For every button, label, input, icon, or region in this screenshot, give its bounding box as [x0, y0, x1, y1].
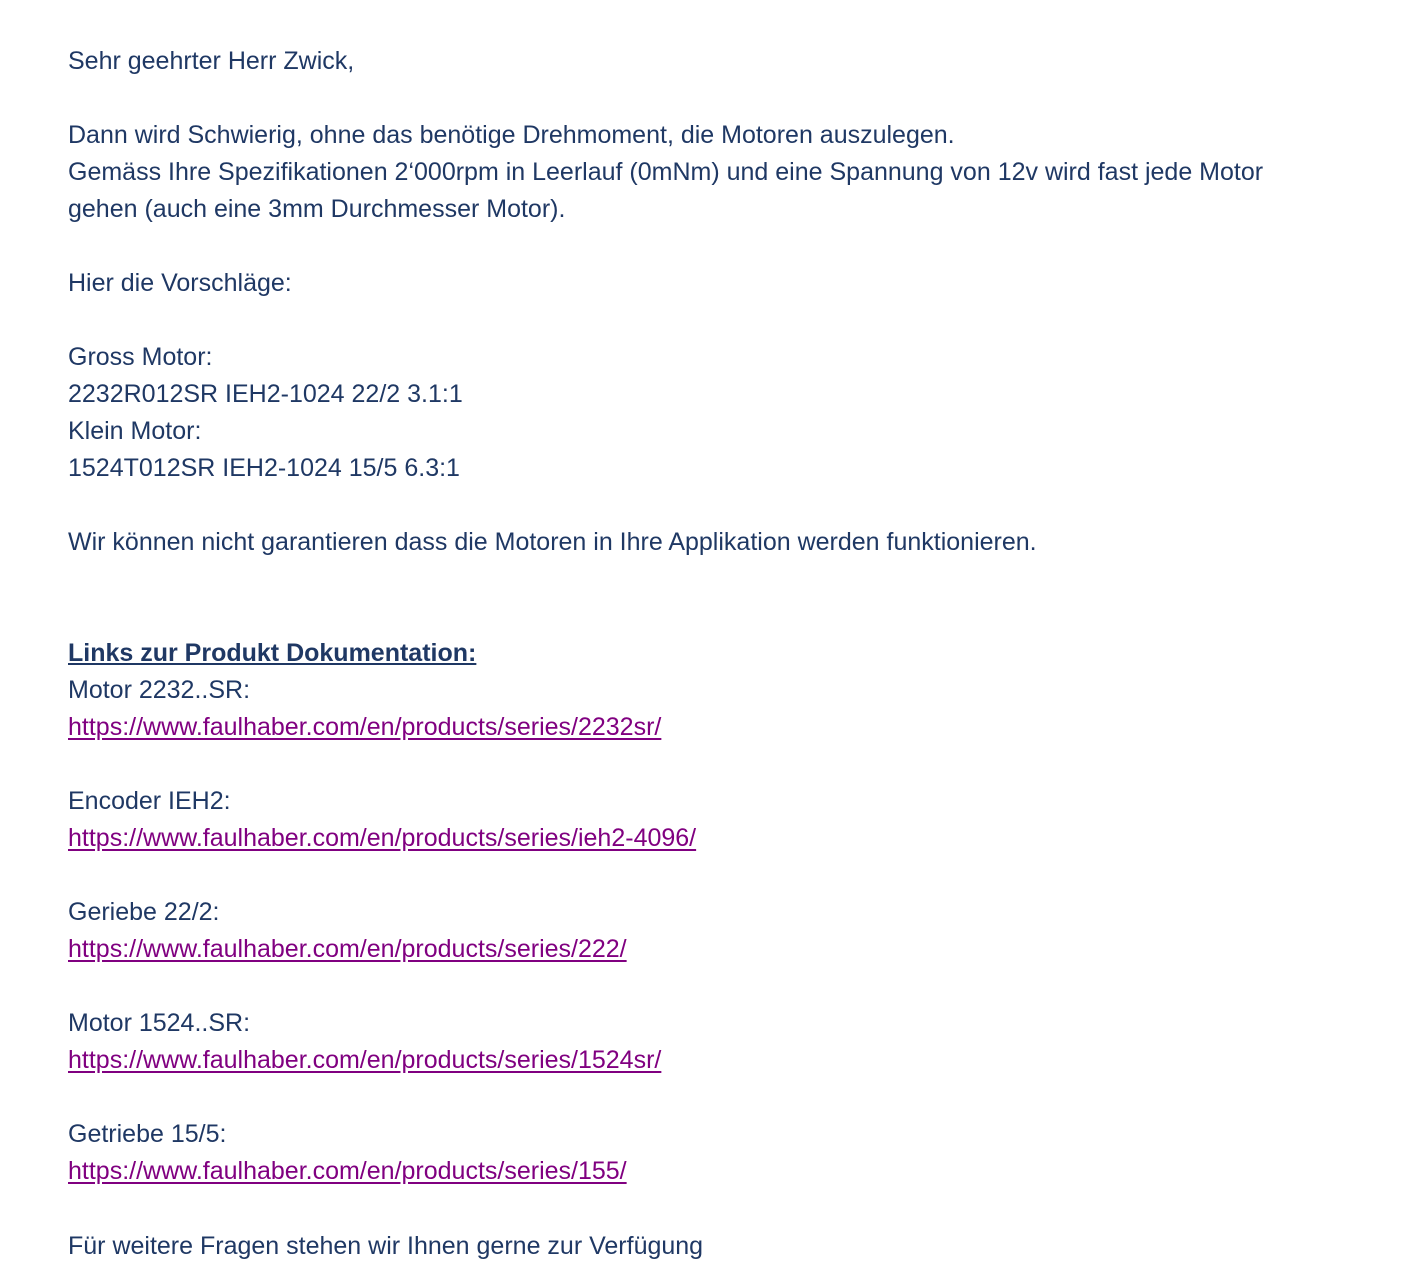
paragraph-line-3: gehen (auch eine 3mm Durchmesser Motor). [68, 195, 566, 223]
links-heading: Links zur Produkt Dokumentation: [68, 639, 477, 667]
link-encoder-ieh2[interactable]: https://www.faulhaber.com/en/products/se… [68, 824, 696, 852]
greeting: Sehr geehrter Herr Zwick, [68, 47, 355, 75]
closing-line: Für weitere Fragen stehen wir Ihnen gern… [68, 1232, 704, 1260]
suggestion-label-small: Klein Motor: [68, 417, 202, 445]
link-label-motor-1524: Motor 1524..SR: [68, 1009, 251, 1037]
email-body: Sehr geehrter Herr Zwick, Dann wird Schw… [68, 43, 1368, 1190]
link-label-encoder-ieh2: Encoder IEH2: [68, 787, 231, 815]
link-label-gearbox-222: Geriebe 22/2: [68, 898, 220, 926]
link-motor-2232[interactable]: https://www.faulhaber.com/en/products/se… [68, 713, 661, 741]
suggestion-part-large: 2232R012SR IEH2-1024 22/2 3.1:1 [68, 380, 463, 408]
link-label-gearbox-155: Getriebe 15/5: [68, 1120, 227, 1148]
suggestions-intro: Hier die Vorschläge: [68, 269, 292, 297]
disclaimer: Wir können nicht garantieren dass die Mo… [68, 528, 1037, 556]
suggestion-label-large: Gross Motor: [68, 343, 213, 371]
link-gearbox-155[interactable]: https://www.faulhaber.com/en/products/se… [68, 1157, 627, 1185]
paragraph-line-2: Gemäss Ihre Spezifikationen 2‘000rpm in … [68, 158, 1264, 186]
link-gearbox-222[interactable]: https://www.faulhaber.com/en/products/se… [68, 935, 627, 963]
link-label-motor-2232: Motor 2232..SR: [68, 676, 251, 704]
link-motor-1524[interactable]: https://www.faulhaber.com/en/products/se… [68, 1046, 661, 1074]
suggestion-part-small: 1524T012SR IEH2-1024 15/5 6.3:1 [68, 454, 460, 482]
paragraph-line-1: Dann wird Schwierig, ohne das benötige D… [68, 121, 955, 149]
